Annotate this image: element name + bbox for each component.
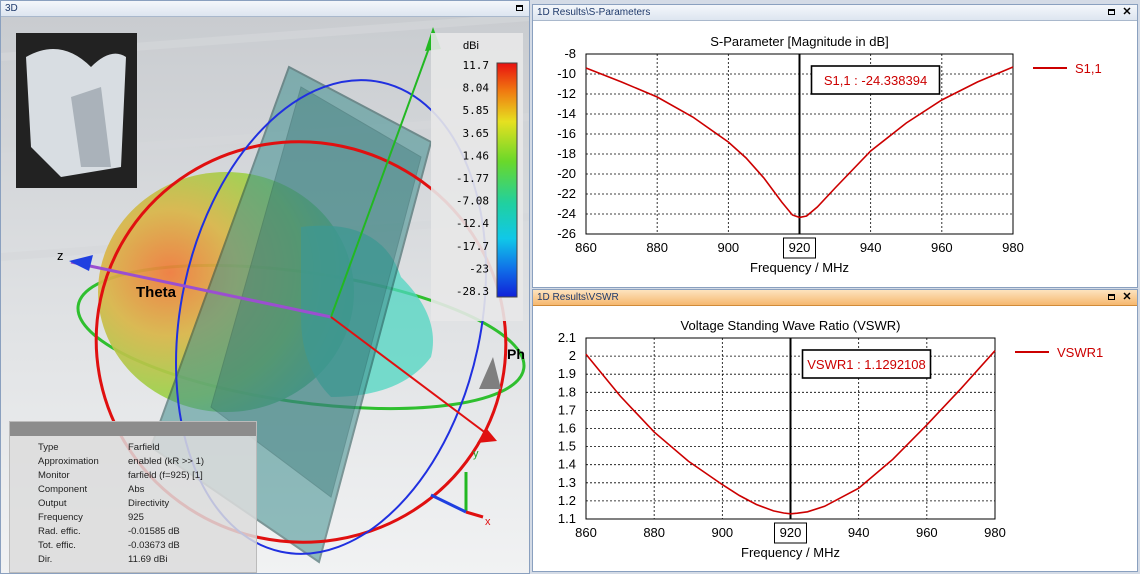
info-label: Tot. effic. [38,540,76,551]
info-label: Rad. effic. [38,526,81,537]
y-tick-label: 1.9 [558,366,576,381]
y-tick-label: 1.6 [558,421,576,436]
marker-label: S1,1 : -24.338394 [824,73,927,88]
x-tick-label: 900 [717,240,739,255]
colorbar-label: 11.7 [463,59,490,72]
panel-sparameters[interactable]: 1D Results\S-Parameters ✕ S-Parameter [M… [532,4,1138,288]
y-tick-label: 1.3 [558,475,576,490]
panel-vswr-titlebar[interactable]: 1D Results\VSWR ✕ [533,290,1137,306]
colorbar-label: 3.65 [463,127,490,140]
x-tick-label: 860 [575,525,597,540]
y-tick-label: -12 [557,86,576,101]
panel-3d[interactable]: 3D z Theta Ph y x dBi 11.7 8.04 5.85 3.6… [0,0,530,574]
x-axis-label: x [485,516,491,528]
colorbar-label: -28.3 [456,285,489,298]
y-axis-label: y [473,448,479,460]
info-value: Abs [128,484,145,495]
info-label: Frequency [38,512,83,523]
panel-sparameters-title: 1D Results\S-Parameters [537,7,651,18]
y-tick-label: 1.5 [558,439,576,454]
info-label: Approximation [38,456,99,467]
info-value: 11.69 dBi [128,554,168,565]
colorbar-label: 5.85 [463,104,490,117]
panel-3d-title: 3D [5,3,18,14]
colorbar-unit: dBi [463,40,479,52]
panel-sparameters-titlebar[interactable]: 1D Results\S-Parameters ✕ [533,5,1137,21]
info-value: 925 [128,512,144,523]
legend-label: S1,1 [1075,61,1102,76]
colorbar-label: -1.77 [456,172,489,185]
x-tick-label: 940 [848,525,870,540]
info-label: Dir. [38,554,53,565]
chart-title: S-Parameter [Magnitude in dB] [710,34,888,49]
panel-3d-titlebar[interactable]: 3D [1,1,529,17]
close-icon[interactable]: ✕ [1121,291,1133,303]
colorbar-label: -12.4 [456,217,489,230]
panel-vswr[interactable]: 1D Results\VSWR ✕ Voltage Standing Wave … [532,289,1138,572]
x-tick-label: 980 [984,525,1006,540]
x-tick-label: 860 [575,240,597,255]
marker-x-tick-label: 920 [780,525,802,540]
y-tick-label: -8 [564,46,576,61]
panel-vswr-title: 1D Results\VSWR [537,292,619,303]
info-value: farfield (f=925) [1] [128,470,203,481]
info-value: Directivity [128,498,170,509]
y-tick-label: 1.2 [558,493,576,508]
info-label: Component [38,484,88,495]
x-axis-label: Frequency / MHz [741,545,840,560]
theta-label: Theta [136,284,177,301]
y-tick-label: -24 [557,206,576,221]
info-label: Monitor [38,470,70,481]
info-value: enabled (kR >> 1) [128,456,205,467]
y-tick-label: -26 [557,226,576,241]
maximize-icon[interactable] [1108,9,1115,15]
info-label: Type [38,442,59,453]
x-tick-label: 960 [931,240,953,255]
colorbar-label: 1.46 [463,149,490,162]
z-axis-label: z [57,248,64,263]
y-tick-label: -14 [557,106,576,121]
colorbar [496,62,518,298]
colorbar-label: -7.08 [456,195,489,208]
x-tick-label: 900 [711,525,733,540]
info-value: -0.01585 dB [128,526,180,537]
x-tick-label: 960 [916,525,938,540]
legend-label: VSWR1 [1057,345,1103,360]
sparameter-chart[interactable]: S-Parameter [Magnitude in dB] 860 880 900 92… [533,21,1137,287]
info-label: Output [38,498,67,509]
x-tick-label: 940 [860,240,882,255]
y-tick-label: 1.8 [558,384,576,399]
x-tick-label: 880 [646,240,668,255]
y-tick-label: 1.1 [558,511,576,526]
maximize-icon[interactable] [516,5,523,11]
info-value: Farfield [128,442,160,453]
info-box-header [10,422,256,436]
colorbar-label: -17.7 [456,240,489,253]
colorbar-label: 8.04 [463,82,490,95]
info-value: -0.03673 dB [128,540,180,551]
y-tick-label: 2 [569,348,576,363]
colorbar-label: -23 [469,262,489,275]
close-icon[interactable]: ✕ [1121,6,1133,18]
y-tick-label: -16 [557,126,576,141]
y-tick-label: 2.1 [558,330,576,345]
phi-label: Ph [507,346,525,362]
farfield-info-box: Type Farfield Approximation enabled (kR >> … [9,421,257,573]
x-tick-label: 980 [1002,240,1024,255]
x-axis-label: Frequency / MHz [750,260,849,275]
marker-x-tick-label: 920 [789,240,811,255]
y-tick-label: 1.4 [558,457,576,472]
y-tick-label: -20 [557,166,576,181]
marker-label: VSWR1 : 1.1292108 [807,357,926,372]
y-tick-label: -22 [557,186,576,201]
y-tick-label: -18 [557,146,576,161]
x-tick-label: 880 [643,525,665,540]
maximize-icon[interactable] [1108,294,1115,300]
y-tick-label: 1.7 [558,402,576,417]
vswr-chart[interactable]: Voltage Standing Wave Ratio (VSWR) 860 880… [533,306,1137,571]
y-tick-label: -10 [557,66,576,81]
chart-title: Voltage Standing Wave Ratio (VSWR) [681,318,901,333]
